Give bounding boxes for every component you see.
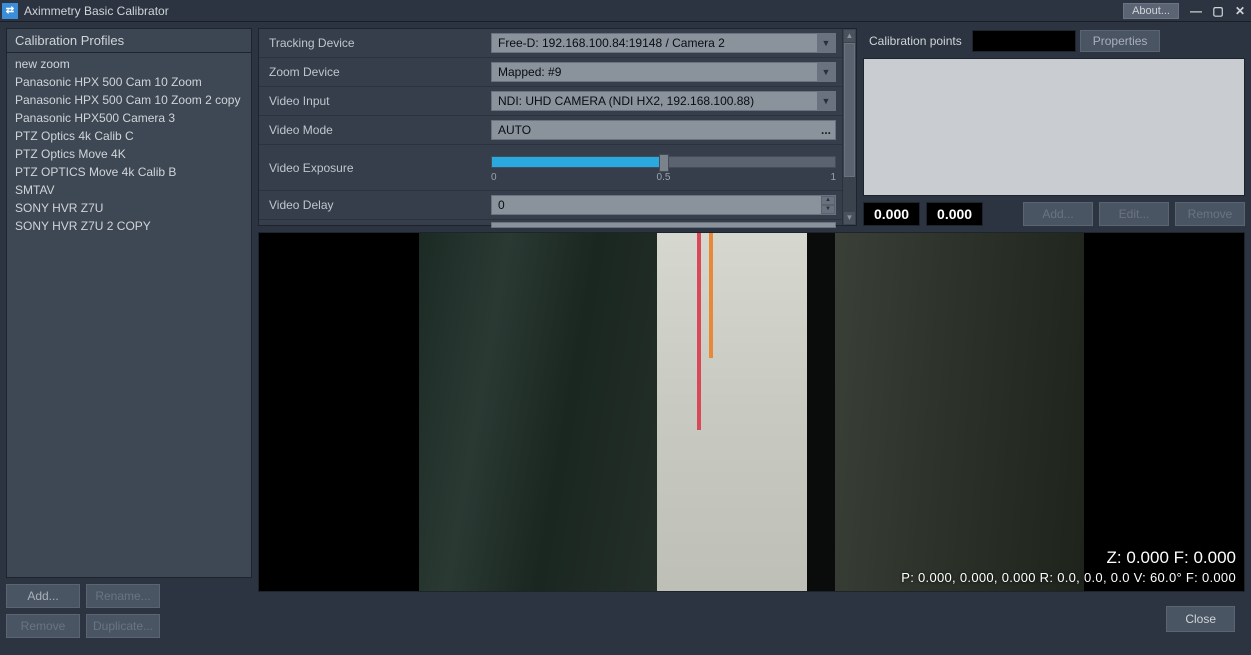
profiles-list[interactable]: new zoom Panasonic HPX 500 Cam 10 Zoom P… (7, 53, 251, 577)
video-mode-label: Video Mode (259, 123, 491, 137)
tick-label: 1 (830, 172, 836, 183)
coord-x-value: 0.000 (863, 202, 920, 226)
profile-item[interactable]: PTZ Optics 4k Calib C (7, 127, 251, 145)
calibration-value-box (972, 30, 1076, 52)
tick-label: 0 (491, 172, 497, 183)
zoom-device-dropdown[interactable]: Mapped: #9 ▼ (491, 62, 836, 82)
calib-remove-button[interactable]: Remove (1175, 202, 1245, 226)
tracking-device-dropdown[interactable]: Free-D: 192.168.100.84:19148 / Camera 2 … (491, 33, 836, 53)
video-exposure-slider[interactable] (491, 156, 836, 168)
scrollbar-thumb[interactable] (844, 43, 855, 177)
tick-label: 0.5 (657, 172, 671, 183)
video-exposure-label: Video Exposure (259, 161, 491, 175)
profile-item[interactable]: Panasonic HPX 500 Cam 10 Zoom (7, 73, 251, 91)
profile-item[interactable]: SONY HVR Z7U 2 COPY (7, 217, 251, 235)
video-mode-field[interactable]: AUTO ... (491, 120, 836, 140)
profile-duplicate-button[interactable]: Duplicate... (86, 614, 160, 638)
profile-rename-button[interactable]: Rename... (86, 584, 160, 608)
tracking-device-value: Free-D: 192.168.100.84:19148 / Camera 2 (492, 36, 817, 50)
scroll-up-icon[interactable]: ▲ (843, 29, 856, 43)
video-mode-value: AUTO (492, 123, 817, 137)
titlebar: ⇄ Aximmetry Basic Calibrator About... — … (0, 0, 1251, 22)
video-input-dropdown[interactable]: NDI: UHD CAMERA (NDI HX2, 192.168.100.88… (491, 91, 836, 111)
settings-scrollbar[interactable]: ▲ ▼ (842, 29, 856, 225)
preview-prvf-readout: P: 0.000, 0.000, 0.000 R: 0.0, 0.0, 0.0 … (901, 570, 1236, 585)
properties-button[interactable]: Properties (1080, 30, 1161, 52)
chevron-down-icon: ▼ (817, 63, 835, 81)
profile-item[interactable]: new zoom (7, 55, 251, 73)
ellipsis-icon[interactable]: ... (817, 123, 835, 137)
chevron-down-icon: ▼ (817, 34, 835, 52)
profile-item[interactable]: PTZ OPTICS Move 4k Calib B (7, 163, 251, 181)
video-delay-value: 0 (492, 198, 821, 212)
calibration-points-label: Calibration points (863, 34, 968, 48)
video-delay-field[interactable]: 0 ▲▼ (491, 195, 836, 215)
profile-item[interactable]: Panasonic HPX500 Camera 3 (7, 109, 251, 127)
close-button[interactable]: Close (1166, 606, 1235, 632)
calib-add-button[interactable]: Add... (1023, 202, 1093, 226)
chevron-down-icon: ▼ (817, 92, 835, 110)
minimize-button[interactable]: — (1187, 3, 1205, 19)
video-input-value: NDI: UHD CAMERA (NDI HX2, 192.168.100.88… (492, 94, 817, 108)
preview-zf-readout: Z: 0.000 F: 0.000 (901, 548, 1236, 568)
spinner-icon[interactable]: ▲▼ (821, 196, 835, 214)
coord-y-value: 0.000 (926, 202, 983, 226)
profile-remove-button[interactable]: Remove (6, 614, 80, 638)
profile-item[interactable]: SMTAV (7, 181, 251, 199)
zoom-device-label: Zoom Device (259, 65, 491, 79)
zoom-device-value: Mapped: #9 (492, 65, 817, 79)
profiles-header: Calibration Profiles (7, 29, 251, 53)
close-window-button[interactable]: ✕ (1231, 3, 1249, 19)
scroll-down-icon[interactable]: ▼ (843, 211, 856, 225)
app-icon: ⇄ (2, 3, 18, 19)
preview-overlay: Z: 0.000 F: 0.000 P: 0.000, 0.000, 0.000… (901, 548, 1236, 585)
video-input-label: Video Input (259, 94, 491, 108)
profile-item[interactable]: PTZ Optics Move 4K (7, 145, 251, 163)
calibration-points-list[interactable] (863, 58, 1245, 196)
profile-add-button[interactable]: Add... (6, 584, 80, 608)
about-button[interactable]: About... (1123, 3, 1179, 19)
slider-thumb[interactable] (659, 154, 669, 172)
video-preview[interactable]: Z: 0.000 F: 0.000 P: 0.000, 0.000, 0.000… (258, 232, 1245, 592)
maximize-button[interactable]: ▢ (1209, 3, 1227, 19)
profile-item[interactable]: SONY HVR Z7U (7, 199, 251, 217)
video-delay-label: Video Delay (259, 198, 491, 212)
calib-edit-button[interactable]: Edit... (1099, 202, 1169, 226)
app-title: Aximmetry Basic Calibrator (24, 4, 1123, 18)
profile-item[interactable]: Panasonic HPX 500 Cam 10 Zoom 2 copy (7, 91, 251, 109)
tracking-device-label: Tracking Device (259, 36, 491, 50)
